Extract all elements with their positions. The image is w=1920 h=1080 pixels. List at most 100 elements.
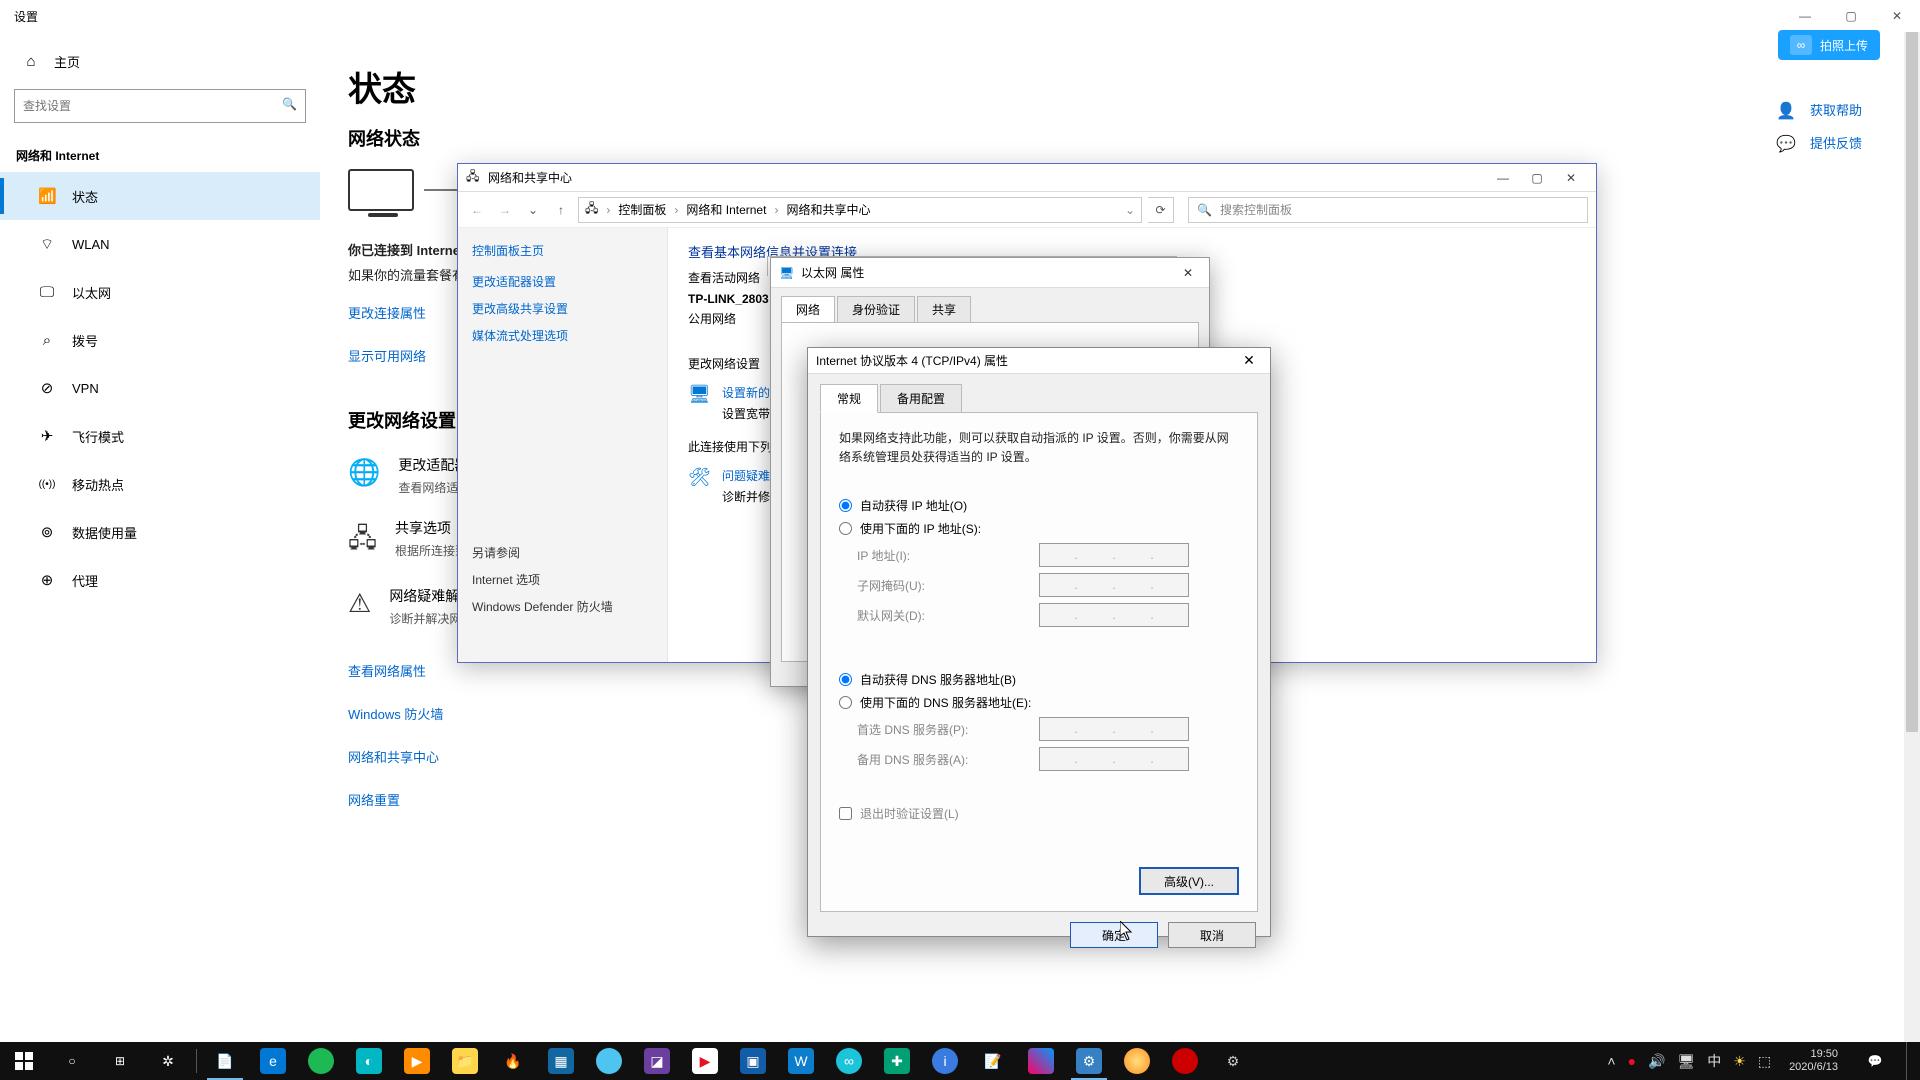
feedback-link[interactable]: 💬 提供反馈	[1776, 133, 1862, 152]
link-show-available[interactable]: 显示可用网络	[348, 346, 426, 365]
media-streaming-link[interactable]: 媒体流式处理选项	[472, 327, 653, 344]
pinned-app-3[interactable]	[297, 1042, 345, 1080]
tray-battery-icon[interactable]: ☀	[1733, 1053, 1746, 1070]
refresh-button[interactable]: ⟳	[1148, 197, 1174, 223]
pinned-app-17[interactable]: 📝	[969, 1042, 1017, 1080]
radio-manual-ip[interactable]: 使用下面的 IP 地址(S):	[839, 520, 1239, 537]
minimize-button[interactable]: —	[1782, 0, 1828, 32]
show-desktop[interactable]	[1906, 1042, 1912, 1080]
gateway-input[interactable]: ...	[1039, 603, 1189, 627]
pinned-app-18[interactable]	[1017, 1042, 1065, 1080]
pinned-app-8[interactable]: ▦	[537, 1042, 585, 1080]
pinned-app-explorer[interactable]: 📄	[201, 1042, 249, 1080]
ncs-minimize[interactable]: —	[1486, 171, 1520, 185]
tray-record-icon[interactable]: ●	[1628, 1053, 1636, 1069]
link-change-connection[interactable]: 更改连接属性	[348, 303, 426, 322]
sidebar-item-airplane[interactable]: ✈ 飞行模式	[0, 412, 320, 460]
pinned-app-7[interactable]: 🔥	[489, 1042, 537, 1080]
ip-titlebar[interactable]: Internet 协议版本 4 (TCP/IPv4) 属性 ✕	[808, 348, 1270, 374]
sidebar-item-vpn[interactable]: ⊘ VPN	[0, 364, 320, 412]
ip-address-input[interactable]: ...	[1039, 543, 1189, 567]
task-view-button[interactable]: ⊞	[96, 1042, 144, 1080]
pinned-app-11[interactable]: ▶	[681, 1042, 729, 1080]
pinned-app-6[interactable]: 📁	[441, 1042, 489, 1080]
radio-manual-dns[interactable]: 使用下面的 DNS 服务器地址(E):	[839, 694, 1239, 711]
pinned-app-10[interactable]: ◪	[633, 1042, 681, 1080]
ncs-search[interactable]: 🔍 搜索控制面板	[1188, 197, 1588, 223]
tray-network-icon[interactable]: 🖥	[1677, 1053, 1695, 1070]
start-button[interactable]	[0, 1042, 48, 1080]
advanced-sharing-link[interactable]: 更改高级共享设置	[472, 300, 653, 317]
pinned-app-16[interactable]: i	[921, 1042, 969, 1080]
ok-button[interactable]: 确定	[1070, 922, 1158, 948]
up-button[interactable]: ↑	[550, 203, 572, 217]
pinned-app-20[interactable]	[1113, 1042, 1161, 1080]
cp-home-link[interactable]: 控制面板主页	[472, 242, 653, 259]
eth-tab-auth[interactable]: 身份验证	[837, 296, 915, 322]
sidebar-item-hotspot[interactable]: ((•)) 移动热点	[0, 460, 320, 508]
defender-firewall-link[interactable]: Windows Defender 防火墙	[472, 598, 653, 615]
pinned-app-settings[interactable]: ⚙	[1065, 1042, 1113, 1080]
radio-auto-ip[interactable]: 自动获得 IP 地址(O)	[839, 497, 1239, 514]
pinned-app-9[interactable]	[585, 1042, 633, 1080]
taskbar-clock[interactable]: 19:50 2020/6/13	[1783, 1048, 1844, 1074]
settings-search[interactable]: 🔍	[14, 89, 306, 123]
pinned-app-15[interactable]: ✚	[873, 1042, 921, 1080]
tray-volume-icon[interactable]: 🔊	[1648, 1053, 1665, 1070]
forward-button[interactable]: →	[494, 203, 516, 217]
eth-tab-share[interactable]: 共享	[917, 296, 971, 322]
pinned-app-edge[interactable]: e	[249, 1042, 297, 1080]
get-help-link[interactable]: 👤 获取帮助	[1776, 100, 1862, 119]
history-dropdown[interactable]: ⌄	[522, 203, 544, 217]
ip-tab-alt[interactable]: 备用配置	[880, 384, 962, 413]
link-network-properties[interactable]: 查看网络属性	[348, 661, 426, 680]
eth-tab-network[interactable]: 网络	[781, 296, 835, 322]
settings-search-input[interactable]	[15, 90, 305, 122]
cancel-button[interactable]: 取消	[1168, 922, 1256, 948]
pinned-app-13[interactable]: W	[777, 1042, 825, 1080]
close-button[interactable]: ✕	[1874, 0, 1920, 32]
preferred-dns-input[interactable]: ...	[1039, 717, 1189, 741]
pinned-app-4[interactable]: ◐	[345, 1042, 393, 1080]
tray-expand[interactable]: ˄	[1607, 1053, 1615, 1069]
sidebar-item-proxy[interactable]: ⊕ 代理	[0, 556, 320, 604]
action-center-button[interactable]: 💬	[1856, 1054, 1894, 1068]
pinned-app-5[interactable]: ▶	[393, 1042, 441, 1080]
sidebar-item-dialup[interactable]: ⌕ 拨号	[0, 316, 320, 364]
link-sharing-center[interactable]: 网络和共享中心	[348, 747, 439, 766]
change-adapter-link[interactable]: 更改适配器设置	[472, 273, 653, 290]
tray-ime-icon[interactable]: 中	[1707, 1051, 1721, 1071]
sidebar-item-wlan[interactable]: ⌔ WLAN	[0, 220, 320, 268]
ip-close[interactable]: ✕	[1236, 352, 1262, 369]
pinned-app-1[interactable]: ✲	[144, 1042, 192, 1080]
screenshot-upload-button[interactable]: ∞ 拍照上传	[1778, 30, 1880, 60]
subnet-mask-input[interactable]: ...	[1039, 573, 1189, 597]
ip-tab-general[interactable]: 常规	[820, 384, 878, 413]
validate-on-exit[interactable]: 退出时验证设置(L)	[839, 805, 1239, 822]
eth-titlebar[interactable]: 🖥 以太网 属性 ✕	[771, 258, 1209, 288]
radio-auto-dns[interactable]: 自动获得 DNS 服务器地址(B)	[839, 671, 1239, 688]
content-scrollbar[interactable]	[1904, 32, 1920, 1042]
link-firewall[interactable]: Windows 防火墙	[348, 704, 443, 723]
sidebar-item-datausage[interactable]: ⊚ 数据使用量	[0, 508, 320, 556]
alternate-dns-input[interactable]: ...	[1039, 747, 1189, 771]
maximize-button[interactable]: ▢	[1828, 0, 1874, 32]
eth-close[interactable]: ✕	[1175, 266, 1201, 280]
back-button[interactable]: ←	[466, 203, 488, 217]
sidebar-home[interactable]: ⌂ 主页	[0, 32, 320, 89]
search-button[interactable]: ○	[48, 1042, 96, 1080]
ncs-close[interactable]: ✕	[1554, 171, 1588, 185]
address-bar[interactable]: 🖧› 控制面板› 网络和 Internet› 网络和共享中心 ⌄	[578, 197, 1142, 223]
internet-options-link[interactable]: Internet 选项	[472, 571, 653, 588]
ncs-titlebar[interactable]: 🖧 网络和共享中心 — ▢ ✕	[458, 164, 1596, 192]
chevron-down-icon[interactable]: ⌄	[1125, 203, 1135, 217]
advanced-button[interactable]: 高级(V)...	[1139, 867, 1239, 895]
link-network-reset[interactable]: 网络重置	[348, 790, 400, 809]
sidebar-item-ethernet[interactable]: 🖵 以太网	[0, 268, 320, 316]
tray-misc-icon[interactable]: ⬚	[1758, 1053, 1771, 1070]
pinned-app-gear[interactable]: ⚙	[1209, 1042, 1257, 1080]
pinned-app-12[interactable]: ▣	[729, 1042, 777, 1080]
pinned-app-14[interactable]: ∞	[825, 1042, 873, 1080]
sidebar-item-status[interactable]: 📶 状态	[0, 172, 320, 220]
pinned-app-record[interactable]	[1161, 1042, 1209, 1080]
